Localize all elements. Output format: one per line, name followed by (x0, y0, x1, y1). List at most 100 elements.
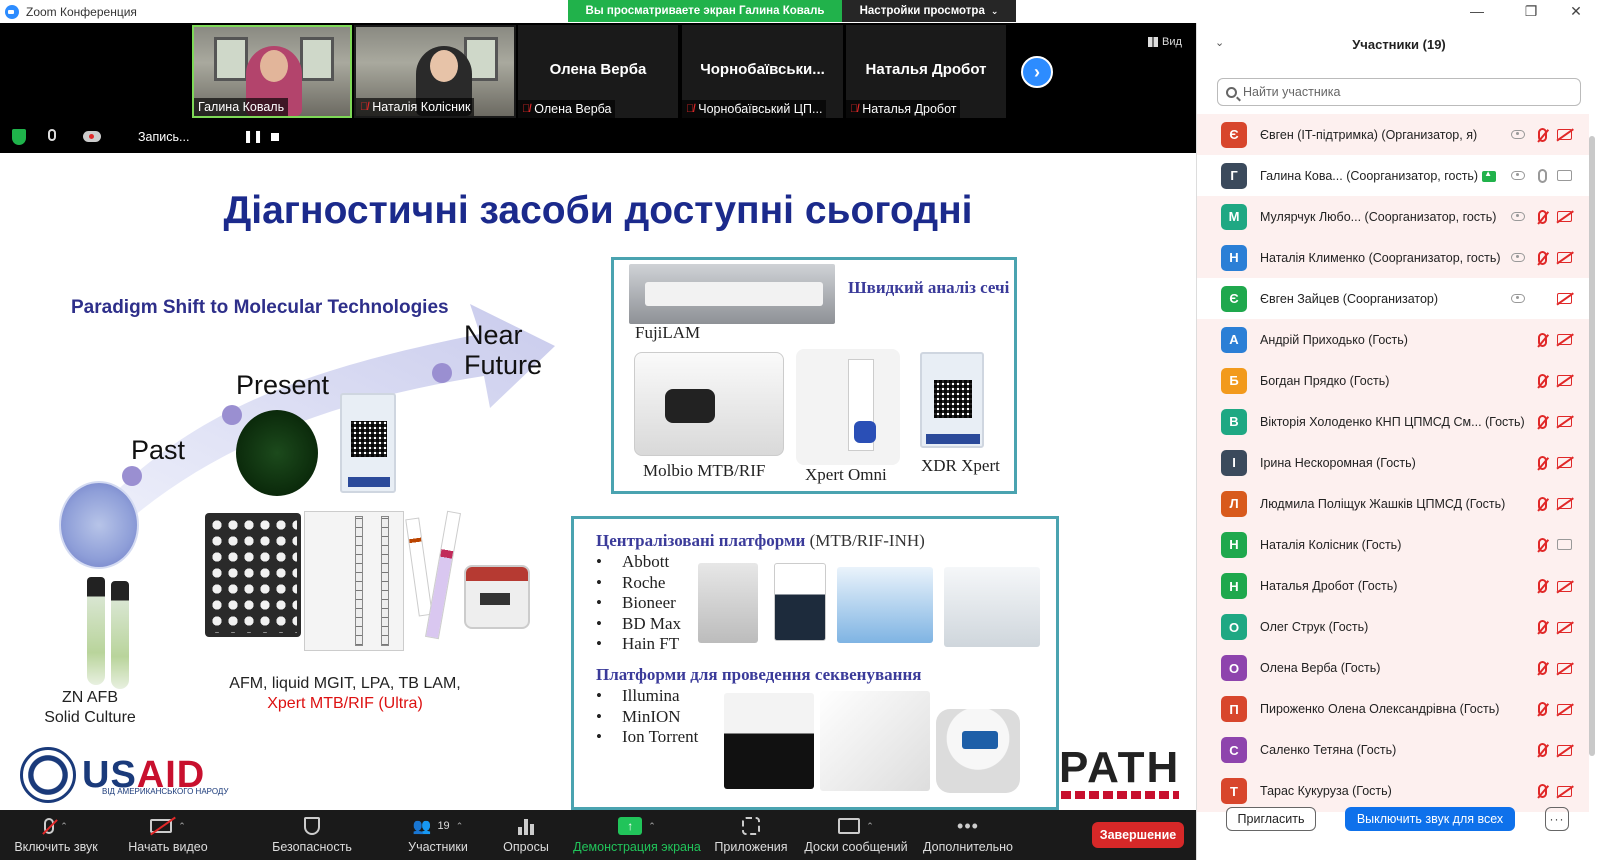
mic-muted-icon[interactable] (1538, 496, 1547, 511)
restore-icon[interactable]: ❐ (1511, 0, 1551, 22)
camera-off-icon[interactable] (1557, 498, 1572, 510)
camera-off-icon[interactable] (1557, 703, 1572, 715)
close-icon[interactable]: ✕ (1556, 0, 1596, 22)
camera-off-icon[interactable] (1557, 334, 1572, 346)
mic-muted-icon (44, 818, 55, 834)
participants-button[interactable]: 👥 19 ⌃ Участники (388, 814, 488, 858)
caret-up-icon[interactable]: ⌃ (178, 821, 186, 832)
tile-natalia-drobot[interactable]: Наталья Дробот 🎙̸ Наталья Дробот (846, 25, 1006, 118)
participant-row[interactable]: Н Наталія Колісник (Гость) (1197, 524, 1589, 566)
encryption-shield-icon[interactable] (12, 129, 26, 145)
end-meeting-button[interactable]: Завершение (1092, 822, 1184, 848)
mic-muted-icon: 🎙̸ (360, 101, 369, 113)
xpert-caption: Xpert MTB/RIF (Ultra) (267, 695, 423, 712)
mute-all-button[interactable]: Выключить звук для всех (1345, 807, 1515, 831)
camera-off-icon[interactable] (1557, 293, 1572, 305)
tile-chornobaivskyi[interactable]: Чорнобаївськи... 🎙̸ Чорнобаївський ЦП... (682, 25, 843, 118)
mic-muted-icon[interactable] (1538, 661, 1547, 676)
camera-off-icon[interactable] (1557, 416, 1572, 428)
camera-off-icon[interactable] (1557, 375, 1572, 387)
next-page-arrow-icon[interactable]: › (1021, 56, 1053, 88)
camera-off-icon[interactable] (1557, 785, 1572, 797)
participants-scrollbar[interactable] (1589, 136, 1595, 756)
camera-off-icon[interactable] (1557, 211, 1572, 223)
video-tile-nataliia[interactable]: 🎙̸ Наталія Колісник (354, 25, 516, 118)
mic-icon[interactable] (1538, 168, 1547, 183)
participant-row[interactable]: І Ірина Нескоромная (Гость) (1197, 442, 1589, 484)
avatar: І (1221, 449, 1247, 476)
caret-up-icon[interactable]: ⌃ (866, 821, 874, 832)
participant-row[interactable]: О Олег Струк (Гость) (1197, 606, 1589, 648)
mic-muted-icon[interactable] (1538, 784, 1547, 799)
stop-recording-icon[interactable] (271, 133, 279, 141)
view-label: Вид (1162, 36, 1182, 48)
tile-olena-verba[interactable]: Олена Верба 🎙̸ Олена Верба (518, 25, 678, 118)
camera-off-icon[interactable] (1557, 744, 1572, 756)
view-button[interactable]: Вид (1148, 36, 1182, 48)
caret-up-icon[interactable]: ⌃ (60, 821, 68, 832)
mic-muted-icon[interactable] (1538, 373, 1547, 388)
polls-button[interactable]: Опросы (498, 814, 554, 858)
unmute-button[interactable]: ⌃ Включить звук (8, 814, 104, 858)
camera-off-icon[interactable] (1557, 129, 1572, 141)
participant-name: Тарас Кукуруза (Гость) (1260, 784, 1392, 799)
apps-button[interactable]: Приложения (708, 814, 794, 858)
participant-row[interactable]: С Саленко Тетяна (Гость) (1197, 729, 1589, 771)
minimize-icon[interactable]: — (1457, 0, 1497, 22)
view-options-button[interactable]: Настройки просмотра ⌄ (842, 0, 1016, 22)
participants-list: Є Євген (IT-підтримка) (Организатор, я) Г Г… (1197, 114, 1589, 812)
participant-search[interactable] (1217, 78, 1581, 106)
participant-row[interactable]: Є Євген (IT-підтримка) (Организатор, я) (1197, 114, 1589, 156)
mic-muted-icon[interactable] (1538, 620, 1547, 635)
mic-muted-icon[interactable] (1538, 332, 1547, 347)
mic-muted-icon[interactable] (1538, 414, 1547, 429)
whiteboards-button[interactable]: ⌃ Доски сообщений (800, 814, 912, 858)
start-video-button[interactable]: ⌃ Начать видео (120, 814, 216, 858)
security-button[interactable]: Безопасность (268, 814, 356, 858)
mic-muted-icon[interactable] (1538, 455, 1547, 470)
participant-name: Саленко Тетяна (Гость) (1260, 743, 1397, 758)
avatar: О (1221, 614, 1247, 641)
pause-recording-icon[interactable]: ❚❚ (243, 129, 263, 143)
caret-up-icon[interactable]: ⌃ (456, 821, 464, 832)
more-options-button[interactable]: ··· (1545, 807, 1569, 831)
participant-row[interactable]: А Андрій Приходько (Гость) (1197, 319, 1589, 361)
mic-muted-icon[interactable] (1538, 702, 1547, 717)
avatar: Є (1221, 285, 1247, 312)
search-input[interactable] (1243, 85, 1563, 99)
sequencing-platform-list: Illumina MinION Ion Torrent (596, 686, 698, 748)
camera-off-icon[interactable] (1557, 457, 1572, 469)
mic-muted-icon[interactable] (1538, 250, 1547, 265)
mic-muted-icon[interactable] (1538, 209, 1547, 224)
afm-caption: AFM, liquid MGIT, LPA, TB LAM, (229, 675, 461, 692)
participant-name: Богдан Прядко (Гость) (1260, 373, 1390, 388)
camera-off-icon[interactable] (1557, 252, 1572, 264)
participants-footer: Пригласить Выключить звук для всех ··· (1197, 799, 1600, 849)
camera-icon[interactable] (1557, 170, 1572, 182)
mic-muted-icon[interactable] (1538, 579, 1547, 594)
participant-row[interactable]: Н Наталья Дробот (Гость) (1197, 565, 1589, 607)
participant-row[interactable]: Н Наталія Клименко (Соорганизатор, гость) (1197, 237, 1589, 279)
participant-row[interactable]: М Мулярчук Любо... (Соорганизатор, гость) (1197, 196, 1589, 238)
mic-muted-icon[interactable] (1538, 537, 1547, 552)
camera-off-icon[interactable] (1557, 662, 1572, 674)
mic-muted-icon[interactable] (1538, 127, 1547, 142)
camera-off-icon[interactable] (1557, 621, 1572, 633)
more-button[interactable]: ••• Дополнительно (918, 814, 1018, 858)
participant-row[interactable]: Г Галина Кова... (Соорганизатор, гость) (1197, 155, 1589, 196)
caret-up-icon[interactable]: ⌃ (648, 821, 656, 832)
invite-button[interactable]: Пригласить (1226, 807, 1316, 831)
search-icon (1226, 86, 1237, 98)
participant-row[interactable]: П Пироженко Олена Олександрівна (Гость) (1197, 688, 1589, 730)
share-screen-button[interactable]: ↑ ⌃ Демонстрация экрана (570, 814, 704, 858)
participant-row[interactable]: О Олена Верба (Гость) (1197, 647, 1589, 689)
camera-icon[interactable] (1557, 539, 1572, 551)
video-tile-galyna[interactable]: Галина Коваль (192, 25, 352, 118)
participant-row[interactable]: Л Людмила Поліщук Жашків ЦПМСД (Гость) (1197, 483, 1589, 525)
mic-muted-icon[interactable] (1538, 743, 1547, 758)
audio-status-icon[interactable] (48, 129, 56, 141)
camera-off-icon[interactable] (1557, 580, 1572, 592)
participant-row[interactable]: Б Богдан Прядко (Гость) (1197, 360, 1589, 402)
participant-row[interactable]: Є Євген Зайцев (Соорганизатор) (1197, 278, 1589, 319)
participant-row[interactable]: В Вікторія Холоденко КНП ЦПМСД См... (Гос… (1197, 401, 1589, 443)
